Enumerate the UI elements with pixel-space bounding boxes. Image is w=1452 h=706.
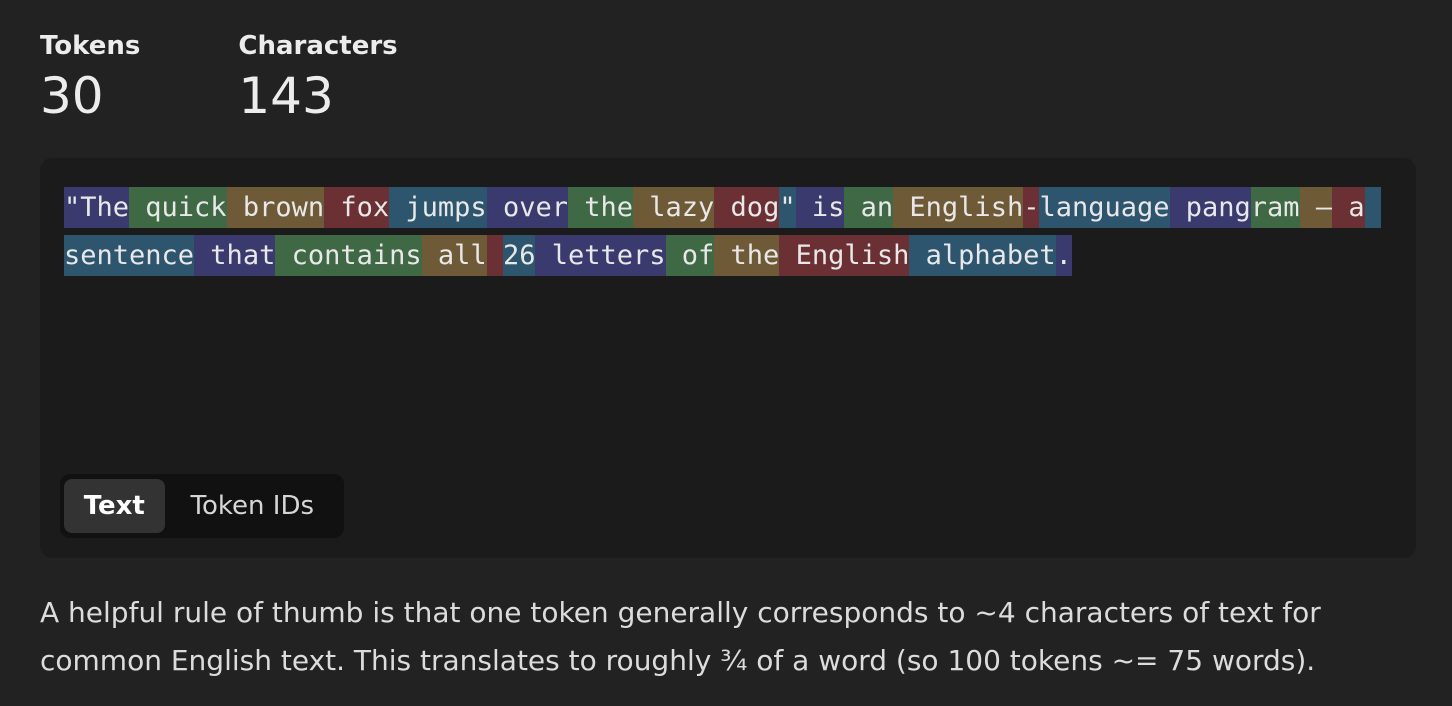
token: fox <box>324 187 390 228</box>
token <box>486 235 503 276</box>
token: letters <box>535 235 666 276</box>
token: alphabet <box>909 235 1056 276</box>
tokenized-output-panel: "The quick brown fox jumps over the lazy… <box>40 158 1416 558</box>
characters-count: 143 <box>238 67 334 125</box>
token: English <box>779 235 910 276</box>
tokens-count: 30 <box>40 67 104 125</box>
token: . <box>1055 235 1072 276</box>
token: is <box>795 187 845 228</box>
token: 26 <box>502 235 536 276</box>
token: an <box>844 187 894 228</box>
token: English <box>893 187 1024 228</box>
token-display: "The quick brown fox jumps over the lazy… <box>64 184 1396 280</box>
token: that <box>194 235 276 276</box>
token: ram <box>1250 187 1300 228</box>
token: language <box>1039 187 1170 228</box>
token-ids-view-button[interactable]: Token IDs <box>165 479 340 533</box>
view-toggle: Text Token IDs <box>60 474 344 538</box>
token: a <box>1332 187 1365 228</box>
token: pang <box>1169 187 1251 228</box>
text-view-button[interactable]: Text <box>64 479 165 533</box>
token: all <box>421 235 487 276</box>
token: brown <box>226 187 325 228</box>
token: of <box>665 235 715 276</box>
token-stats: Tokens 30 Characters 143 <box>40 28 496 126</box>
token: - <box>1023 187 1040 228</box>
characters-stat: Characters 143 <box>238 28 397 126</box>
token: jumps <box>389 187 487 228</box>
token: lazy <box>633 187 715 228</box>
token: over <box>486 187 568 228</box>
tokens-stat: Tokens 30 <box>40 28 140 126</box>
token: contains <box>275 235 422 276</box>
tokens-label: Tokens <box>40 31 141 61</box>
help-text: A helpful rule of thumb is that one toke… <box>40 596 1321 677</box>
token: " <box>779 187 796 228</box>
token: quick <box>129 187 227 228</box>
token: dog <box>714 187 780 228</box>
token: the <box>567 187 634 228</box>
token: — <box>1299 187 1333 228</box>
token: the <box>714 235 780 276</box>
characters-label: Characters <box>238 31 398 61</box>
token: "The <box>64 187 130 228</box>
